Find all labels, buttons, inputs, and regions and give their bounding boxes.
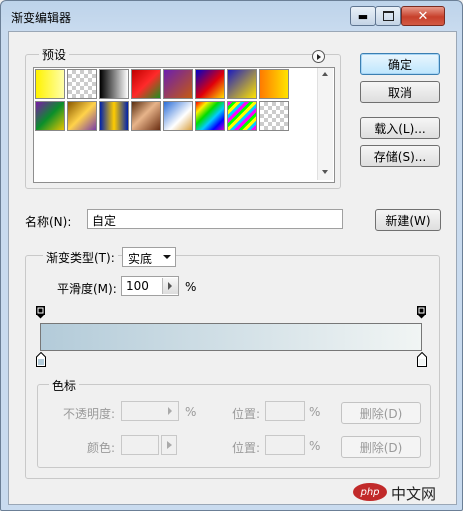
opacity-position-label: 位置: — [232, 407, 261, 421]
preset-swatch[interactable] — [259, 101, 289, 131]
presets-menu-button[interactable] — [312, 50, 325, 63]
minimize-icon: ▬ — [357, 9, 369, 23]
play-icon — [168, 282, 172, 290]
color-swatch-input[interactable] — [121, 435, 159, 455]
preset-swatch[interactable] — [227, 101, 257, 131]
color-label: 颜色: — [87, 441, 116, 455]
presets-scrollbar[interactable] — [317, 68, 333, 180]
opacity-percent: % — [185, 405, 197, 419]
color-stops-label: 色标 — [49, 377, 80, 394]
preset-swatch[interactable] — [99, 69, 129, 99]
gradient-type-select[interactable]: 实底 — [122, 247, 176, 267]
opacity-stop-icon — [36, 306, 45, 319]
name-label: 名称(N): — [25, 215, 72, 229]
preset-swatch[interactable] — [195, 69, 225, 99]
presets-label: 预设 — [39, 46, 70, 63]
opacity-delete-button[interactable]: 删除(D) — [341, 402, 421, 424]
preset-swatch[interactable] — [195, 101, 225, 131]
gradient-editor-window: 渐变编辑器 ▬ ✕ 预设 确定 取消 载入(L)... 存储(S)... 名称(… — [0, 0, 463, 511]
preset-swatch[interactable] — [163, 69, 193, 99]
chevron-down-icon — [163, 255, 171, 259]
window-title: 渐变编辑器 — [11, 11, 72, 25]
watermark: php 中文网 — [353, 481, 453, 505]
play-icon — [167, 441, 172, 449]
scroll-up-icon[interactable] — [322, 72, 328, 76]
preset-swatch[interactable] — [67, 69, 97, 99]
preset-swatch[interactable] — [99, 101, 129, 131]
opacity-position-input[interactable] — [265, 401, 305, 421]
color-stop-right[interactable] — [417, 351, 427, 367]
close-icon: ✕ — [417, 8, 429, 24]
preset-swatch[interactable] — [35, 101, 65, 131]
opacity-input[interactable] — [121, 401, 179, 421]
color-position-percent: % — [309, 439, 321, 453]
preset-swatch[interactable] — [131, 101, 161, 131]
opacity-stop-left[interactable] — [36, 306, 45, 319]
preset-swatch[interactable] — [131, 69, 161, 99]
color-delete-button[interactable]: 删除(D) — [341, 436, 421, 458]
opacity-position-percent: % — [309, 405, 321, 419]
php-logo: php — [353, 483, 387, 501]
minimize-button[interactable]: ▬ — [350, 6, 376, 26]
color-stop-left[interactable] — [36, 351, 46, 367]
gradient-type-label: 渐变类型(T): — [43, 249, 118, 266]
name-input[interactable]: 自定 — [87, 209, 343, 229]
preset-swatch-grid — [34, 68, 290, 132]
smoothness-label: 平滑度(M): — [57, 282, 117, 296]
save-button[interactable]: 存储(S)... — [360, 145, 440, 167]
new-button[interactable]: 新建(W) — [375, 209, 441, 231]
color-position-input[interactable] — [265, 435, 305, 455]
play-icon — [317, 53, 321, 60]
preset-swatch[interactable] — [163, 101, 193, 131]
preset-swatch[interactable] — [67, 101, 97, 131]
opacity-stop-right[interactable] — [417, 306, 426, 319]
color-stop-icon — [36, 351, 46, 367]
smoothness-stepper[interactable] — [162, 278, 178, 294]
gradient-type-value: 实底 — [128, 252, 153, 266]
ok-button[interactable]: 确定 — [360, 53, 440, 75]
opacity-stop-icon — [417, 306, 426, 319]
opacity-label: 不透明度: — [63, 407, 116, 421]
watermark-text: 中文网 — [391, 485, 437, 503]
smoothness-input[interactable]: 100 — [121, 276, 179, 296]
color-position-label: 位置: — [232, 441, 261, 455]
preset-swatch[interactable] — [259, 69, 289, 99]
color-picker-button[interactable] — [161, 435, 177, 455]
title-bar[interactable]: 渐变编辑器 ▬ ✕ — [1, 1, 462, 31]
preset-swatch[interactable] — [227, 69, 257, 99]
smoothness-value: 100 — [126, 279, 149, 293]
cancel-button[interactable]: 取消 — [360, 81, 440, 103]
maximize-icon — [382, 11, 394, 21]
maximize-button[interactable] — [375, 6, 401, 26]
color-stop-icon — [417, 351, 427, 367]
load-button[interactable]: 载入(L)... — [360, 117, 440, 139]
close-button[interactable]: ✕ — [401, 6, 445, 26]
preset-swatch[interactable] — [35, 69, 65, 99]
play-icon[interactable] — [168, 407, 172, 415]
smoothness-percent: % — [185, 280, 197, 294]
gradient-preview-bar[interactable] — [40, 323, 422, 351]
scroll-down-icon[interactable] — [322, 170, 328, 174]
